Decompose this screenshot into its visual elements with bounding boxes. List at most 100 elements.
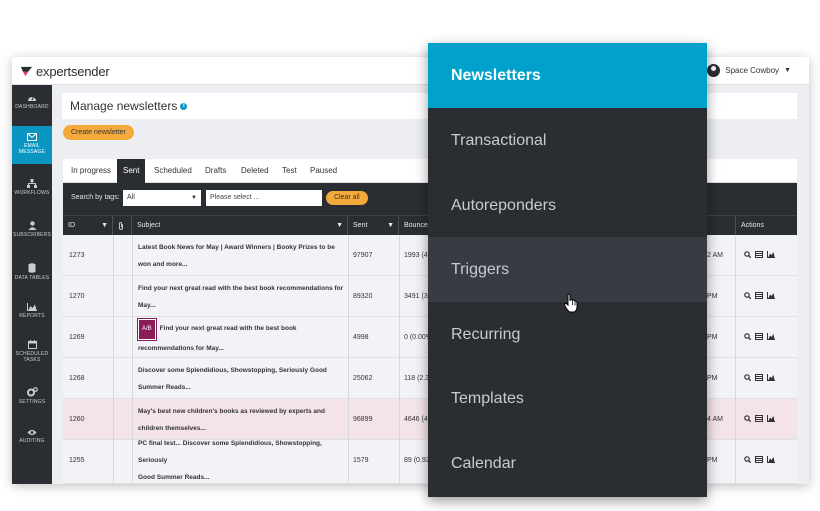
table-icon[interactable] xyxy=(755,415,763,422)
column-id-label: ID xyxy=(68,222,75,229)
tab-in-progress[interactable]: In progress xyxy=(65,159,117,183)
table-icon[interactable] xyxy=(755,251,763,258)
sidebar-item-email-message[interactable]: EMAIL MESSAGE xyxy=(12,126,52,164)
report-chart-icon[interactable] xyxy=(767,456,775,463)
chart-icon xyxy=(27,303,37,311)
row-subject-line: won and more... xyxy=(138,260,188,268)
row-subject[interactable]: A/B Find your next great read with the be… xyxy=(137,317,348,358)
tag-input[interactable]: Please select ... xyxy=(206,190,322,206)
create-newsletter-button[interactable]: Create newsletter xyxy=(63,125,134,140)
row-id: 1269 xyxy=(69,334,85,341)
column-divider xyxy=(348,235,349,484)
search-icon[interactable] xyxy=(744,251,751,258)
table-icon[interactable] xyxy=(755,333,763,340)
menu-item-autoreponders[interactable]: Autoreponders xyxy=(428,173,707,238)
sidebar-item-workflows[interactable]: WORKFLOWS xyxy=(12,179,52,205)
menu-item-calendar[interactable]: Calendar xyxy=(428,431,707,496)
filter-label: Search by tags: xyxy=(71,194,120,201)
row-time: PM xyxy=(707,334,718,341)
database-icon xyxy=(28,263,36,273)
row-subject[interactable]: Find your next great read with the best … xyxy=(138,276,348,317)
sidebar-item-settings[interactable]: SETTINGS xyxy=(12,387,52,413)
user-icon xyxy=(28,221,36,230)
sidebar-item-scheduled-tasks[interactable]: SCHEDULED TASKS xyxy=(12,340,52,374)
row-sent: 96899 xyxy=(353,416,373,423)
sidebar-item-subscribers[interactable]: SUBSCRIBERS xyxy=(12,221,52,247)
row-subject-line: May's best new children's books as revie… xyxy=(138,407,325,415)
column-attachment[interactable] xyxy=(113,216,132,236)
sidebar: DASHBOARD EMAIL MESSAGE WORKFLOWS SUBSCR… xyxy=(12,85,52,484)
sidebar-item-data-tables[interactable]: DATA TABLES xyxy=(12,263,52,289)
row-actions xyxy=(744,415,775,422)
ab-test-badge: A/B xyxy=(137,317,157,341)
sidebar-item-dashboard[interactable]: DASHBOARD xyxy=(12,93,52,125)
search-icon[interactable] xyxy=(744,374,751,381)
info-icon[interactable]: i xyxy=(180,103,188,111)
report-chart-icon[interactable] xyxy=(767,415,775,422)
column-actions-label: Actions xyxy=(741,222,764,229)
row-subject-line: recommendations for May... xyxy=(138,344,224,352)
avatar xyxy=(707,64,721,77)
menu-item-templates[interactable]: Templates xyxy=(428,366,707,431)
column-actions: Actions xyxy=(735,216,797,236)
sidebar-item-reports[interactable]: REPORTS xyxy=(12,303,52,329)
tab-test[interactable]: Test xyxy=(276,159,303,183)
menu-item-newsletters[interactable]: Newsletters xyxy=(428,43,707,108)
row-subject[interactable]: PC final test... Discover some Splendidi… xyxy=(138,440,348,481)
row-subject[interactable]: Discover some Splendidious, Showstopping… xyxy=(138,358,348,399)
workflow-icon xyxy=(27,179,37,188)
tab-paused[interactable]: Paused xyxy=(304,159,343,183)
menu-item-transactional[interactable]: Transactional xyxy=(428,108,707,173)
chevron-down-icon: ▼ xyxy=(191,195,197,201)
column-sent-label: Sent xyxy=(353,222,368,229)
row-subject-line: Discover some Splendidious, Showstopping… xyxy=(138,366,327,374)
row-subject-line: May... xyxy=(138,301,156,309)
tab-sent[interactable]: Sent xyxy=(117,159,146,183)
column-sent[interactable]: Sent ▼ xyxy=(348,216,399,236)
row-subject-line: children themselves... xyxy=(138,424,206,432)
logo[interactable]: expertsender xyxy=(20,63,110,79)
filter-icon[interactable]: ▼ xyxy=(387,216,394,236)
search-icon[interactable] xyxy=(744,415,751,422)
row-sent: 25062 xyxy=(353,375,373,382)
row-sent: 97907 xyxy=(353,252,373,259)
row-time: PM xyxy=(707,293,718,300)
column-subject[interactable]: Subject ▼ xyxy=(132,216,348,236)
report-chart-icon[interactable] xyxy=(767,292,775,299)
clear-all-button[interactable]: Clear all xyxy=(326,191,368,205)
column-divider xyxy=(113,235,114,484)
row-actions xyxy=(744,333,775,340)
table-icon[interactable] xyxy=(755,374,763,381)
row-sent: 4998 xyxy=(353,334,369,341)
filter-icon[interactable]: ▼ xyxy=(336,216,343,236)
row-subject[interactable]: May's best new children's books as revie… xyxy=(138,399,348,440)
filter-icon[interactable]: ▼ xyxy=(101,216,108,236)
row-subject[interactable]: Latest Book News for May | Award Winners… xyxy=(138,235,348,276)
search-icon[interactable] xyxy=(744,292,751,299)
row-subject-line: Latest Book News for May | Award Winners… xyxy=(138,243,335,251)
row-id: 1268 xyxy=(69,375,85,382)
column-id[interactable]: ID ▼ xyxy=(63,216,113,236)
report-chart-icon[interactable] xyxy=(767,251,775,258)
user-menu[interactable]: Space Cowboy ▼ xyxy=(707,64,791,77)
search-icon[interactable] xyxy=(744,333,751,340)
report-chart-icon[interactable] xyxy=(767,333,775,340)
paperclip-icon xyxy=(119,222,123,230)
row-subject-line: Find your next great read with the best … xyxy=(138,284,344,292)
search-icon[interactable] xyxy=(744,456,751,463)
row-id: 1273 xyxy=(69,252,85,259)
column-divider xyxy=(735,235,736,484)
tab-deleted[interactable]: Deleted xyxy=(235,159,275,183)
sidebar-item-auditing[interactable]: AUDITING xyxy=(12,429,52,455)
tab-drafts[interactable]: Drafts xyxy=(199,159,232,183)
select-value: All xyxy=(127,194,135,201)
tab-scheduled[interactable]: Scheduled xyxy=(148,159,198,183)
tag-filter-select[interactable]: All ▼ xyxy=(123,190,201,206)
logo-text: expertsender xyxy=(36,63,110,79)
dashboard-icon xyxy=(28,95,36,101)
table-icon[interactable] xyxy=(755,456,763,463)
page-title: Manage newsletters i xyxy=(70,99,188,113)
row-sent: 1579 xyxy=(353,457,369,464)
report-chart-icon[interactable] xyxy=(767,374,775,381)
table-icon[interactable] xyxy=(755,292,763,299)
